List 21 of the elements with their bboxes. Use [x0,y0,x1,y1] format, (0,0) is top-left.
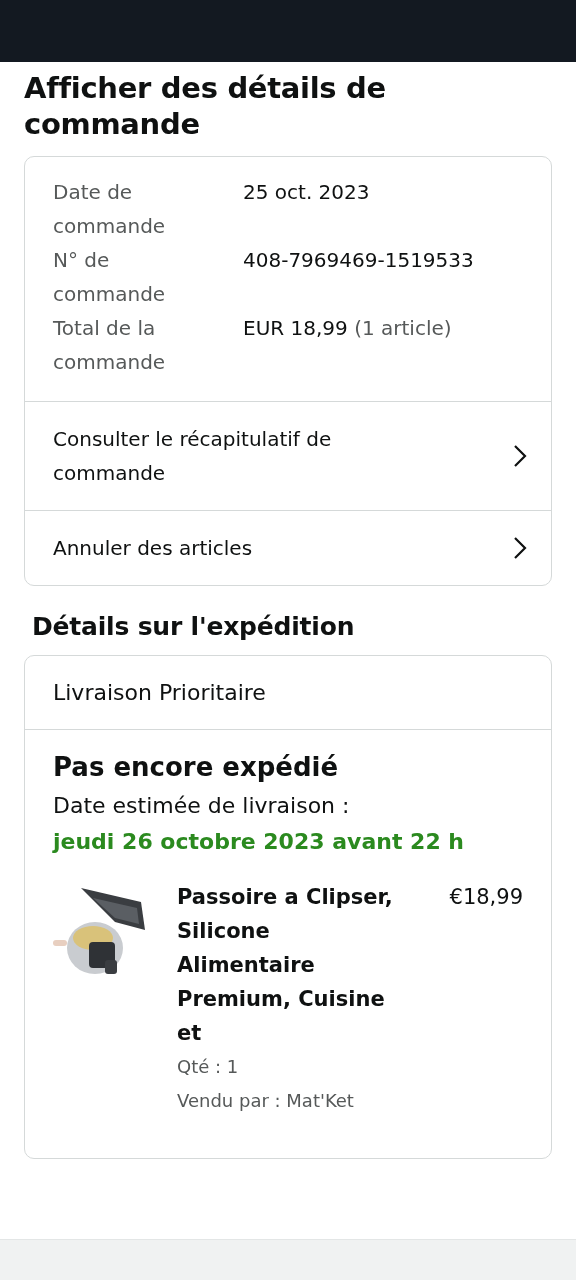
product-title[interactable]: Passoire a Clipser, Silicone Alimentaire Premium, Cuisine et [177,880,407,1050]
page-title: Afficher des détails de commande [24,70,387,142]
section-heading: Détails sur l'expédition [32,612,356,641]
link-row[interactable]: Annuler des articles [25,510,551,585]
field-label: Total de la commande [53,315,167,376]
field-value: 25 oct. 2023 [243,180,370,204]
field-value: 408-7969469-1519533 [243,248,474,272]
chevron-right-icon [513,444,527,468]
item-price: €18,99 [449,884,523,911]
field-label: Date de commande [53,179,167,240]
chevron-right-icon [513,536,527,560]
item-count: (1 article) [354,316,452,340]
shipping-method: Livraison Prioritaire [25,656,551,730]
shipment-status: Pas encore expédié [53,752,340,782]
delivery-date: jeudi 26 octobre 2023 avant 22 h [53,828,465,856]
quantity-text: Qté : 1 [177,1055,240,1079]
link-row[interactable]: Consulter le récapitulatif de commande [25,401,551,510]
seller-text: Vendu par : Mat'Ket [177,1089,355,1113]
estimate-label: Date estimée de livraison : [53,792,351,820]
field-value: EUR 18,99 [243,316,348,340]
field-label: N° de commande [53,247,167,308]
